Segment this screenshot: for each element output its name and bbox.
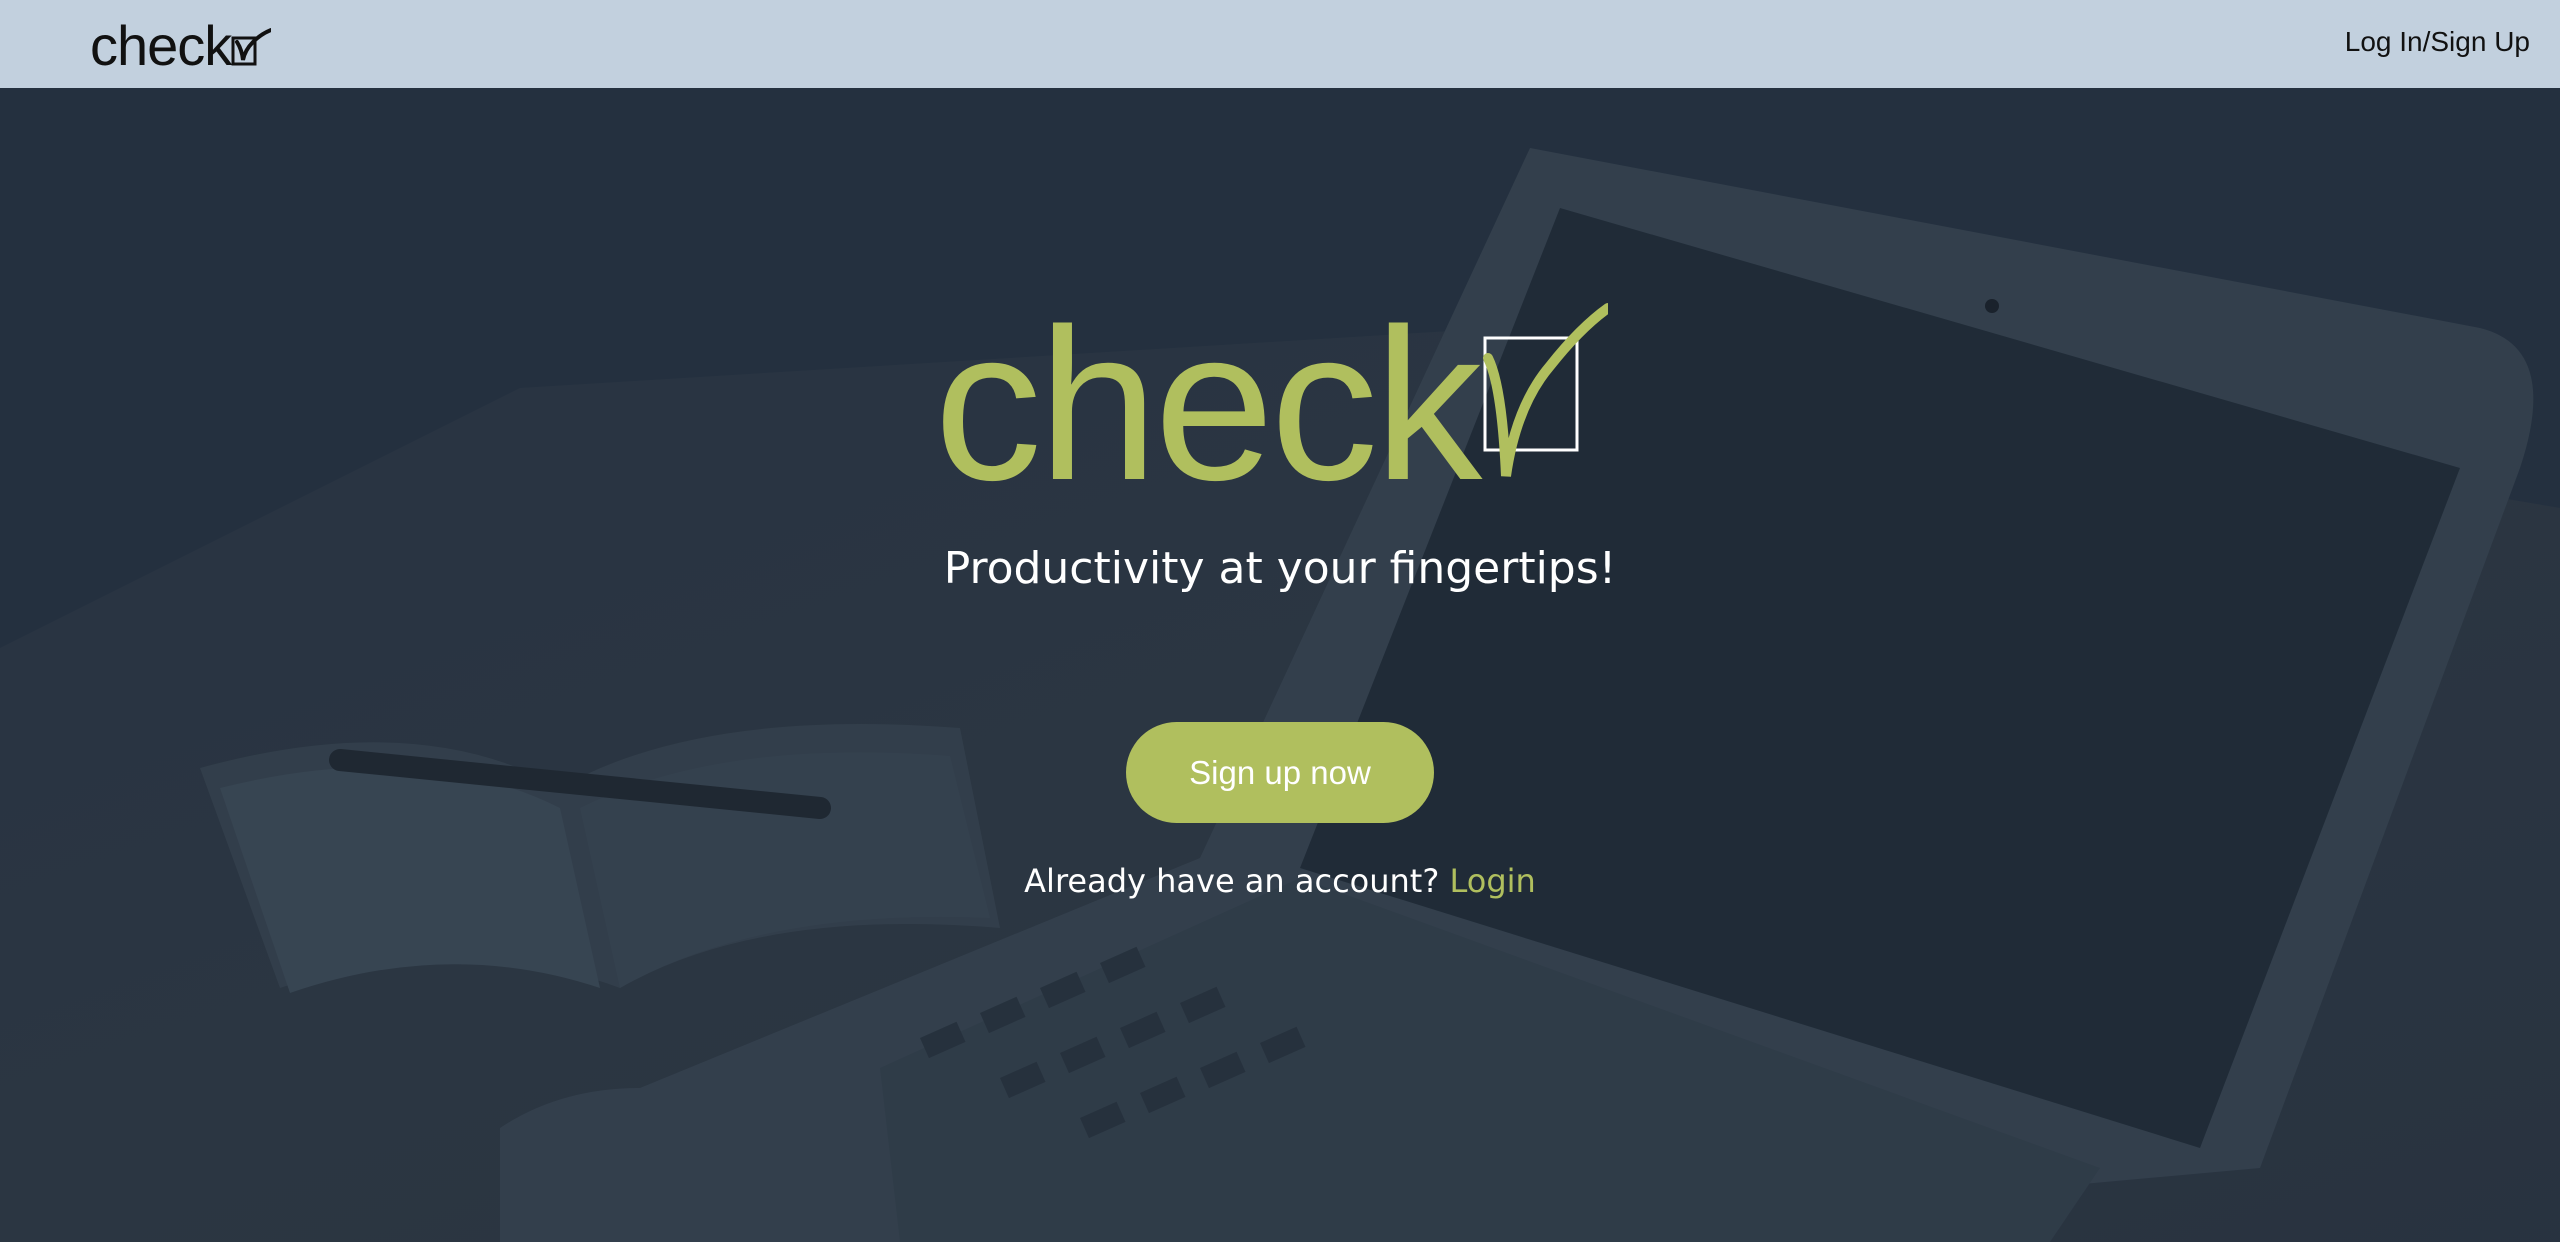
login-signup-link[interactable]: Log In/Sign Up <box>2345 26 2530 58</box>
account-prompt-text: Already have an account? <box>1024 862 1440 900</box>
hero-logo: check <box>934 238 1614 518</box>
sign-up-button[interactable]: Sign up now <box>1126 722 1434 823</box>
hero-logo-text: check <box>934 283 1482 525</box>
tagline: Productivity at your fingertips! <box>943 543 1617 594</box>
nav-logo[interactable]: check <box>90 14 274 77</box>
login-prompt: Already have an account? Login <box>0 862 2560 900</box>
navbar: check Log In/Sign Up <box>0 0 2560 88</box>
checkbox-check-icon <box>1483 303 1608 477</box>
checkbox-check-icon <box>231 18 274 74</box>
login-link[interactable]: Login <box>1450 862 1536 900</box>
hero-section: check Productivity at your fingertips! S… <box>0 88 2560 1242</box>
nav-logo-text: check <box>90 14 232 77</box>
